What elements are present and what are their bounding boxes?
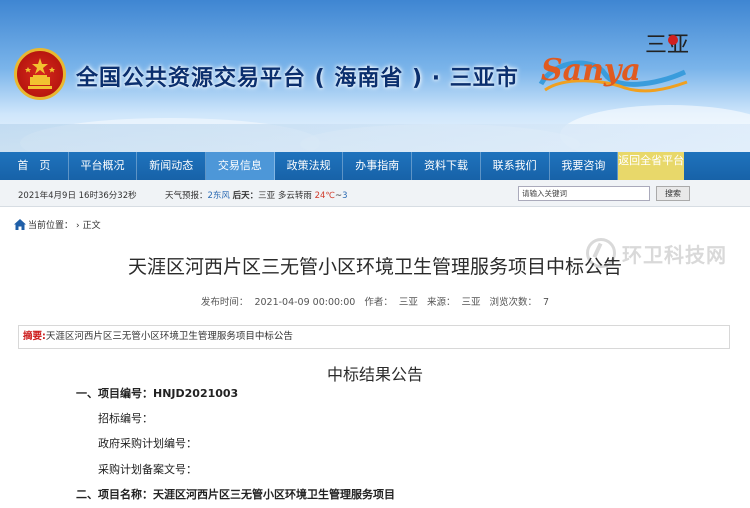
header-banner: 全国公共资源交易平台 ( 海南省 ) · 三亚市 Sanya 三亚	[0, 0, 750, 152]
nav-item-guide[interactable]: 办事指南	[343, 152, 413, 180]
home-icon	[14, 219, 26, 230]
nav-item-trade-info[interactable]: 交易信息	[206, 152, 275, 180]
nav-item-policy[interactable]: 政策法规	[275, 152, 344, 180]
tender-number-line: 招标编号：	[98, 412, 153, 425]
nav-item-news[interactable]: 新闻动态	[137, 152, 207, 180]
weather-day-label: 后天：	[232, 191, 259, 201]
weather-temp-high: 24℃	[314, 191, 335, 201]
meta-source: 三亚	[461, 297, 481, 308]
meta-author: 三亚	[398, 297, 418, 308]
logo-text: Sanya	[541, 53, 641, 88]
main-nav: 首 页 平台概况 新闻动态 交易信息 政策法规 办事指南 资料下载 联系我们 我…	[0, 152, 750, 180]
info-bar: 2021年4月9日 16时36分32秒 天气预报：2东风 后天：三亚 多云转雨 …	[0, 180, 750, 207]
nav-item-return-province[interactable]: 返回全省平台	[618, 152, 685, 180]
nav-item-contact[interactable]: 联系我们	[481, 152, 550, 180]
article-title: 天涯区河西片区三无管小区环境卫生管理服务项目中标公告	[127, 256, 622, 278]
banner-cityscape	[0, 124, 750, 152]
abstract-label: 摘要:	[23, 331, 46, 342]
site-title: 全国公共资源交易平台 ( 海南省 ) · 三亚市	[76, 66, 519, 91]
procurement-plan-number-line: 政府采购计划编号：	[98, 437, 197, 450]
weather-forecast: 天气预报：2东风 后天：三亚 多云转雨 24℃~3	[165, 189, 348, 201]
nav-item-platform-overview[interactable]: 平台概况	[69, 152, 138, 180]
procurement-filing-number-line: 采购计划备案文号：	[98, 463, 197, 476]
nav-item-consult[interactable]: 我要咨询	[550, 152, 619, 180]
weather-city: 三亚	[258, 191, 276, 201]
project-name-line: 二、项目名称：天涯区河西片区三无管小区环境卫生管理服务项目	[76, 488, 395, 501]
meta-publish-label: 发布时间：	[200, 297, 249, 308]
logo-chinese: 三亚	[645, 33, 689, 58]
breadcrumb: 当前位置： › 正文	[14, 218, 101, 231]
project-number-line: 一、项目编号：HNJD2021003	[76, 387, 239, 400]
meta-views-label: 浏览次数：	[489, 297, 538, 308]
abstract-text: 天涯区河西片区三无管小区环境卫生管理服务项目中标公告	[45, 331, 293, 342]
article-abstract: 摘要:天涯区河西片区三无管小区环境卫生管理服务项目中标公告	[18, 325, 730, 349]
weather-temp-low: 3	[342, 191, 348, 201]
meta-source-label: 来源：	[426, 297, 456, 308]
weather-wind: 2东风	[207, 191, 230, 201]
weather-label: 天气预报：	[165, 191, 208, 201]
meta-views: 7	[543, 297, 550, 308]
nav-item-home[interactable]: 首 页	[0, 152, 69, 180]
breadcrumb-current[interactable]: 正文	[83, 221, 101, 231]
search-button[interactable]: 搜索	[656, 186, 690, 201]
national-emblem-icon	[14, 48, 66, 100]
section-title: 中标结果公告	[326, 365, 423, 384]
nav-item-downloads[interactable]: 资料下载	[412, 152, 481, 180]
meta-author-label: 作者：	[364, 297, 393, 308]
meta-publish-time: 2021-04-09 00:00:00	[254, 297, 356, 308]
breadcrumb-label: 当前位置：	[28, 221, 74, 231]
breadcrumb-separator: ›	[76, 221, 80, 231]
sanya-logo: Sanya 三亚	[535, 28, 695, 108]
article-meta: 发布时间： 2021-04-09 00:00:00 作者： 三亚 来源： 三亚 浏览次…	[0, 294, 750, 308]
search-input[interactable]	[518, 186, 650, 201]
current-datetime: 2021年4月9日 16时36分32秒	[18, 191, 137, 201]
weather-condition: 多云转雨	[277, 191, 312, 201]
